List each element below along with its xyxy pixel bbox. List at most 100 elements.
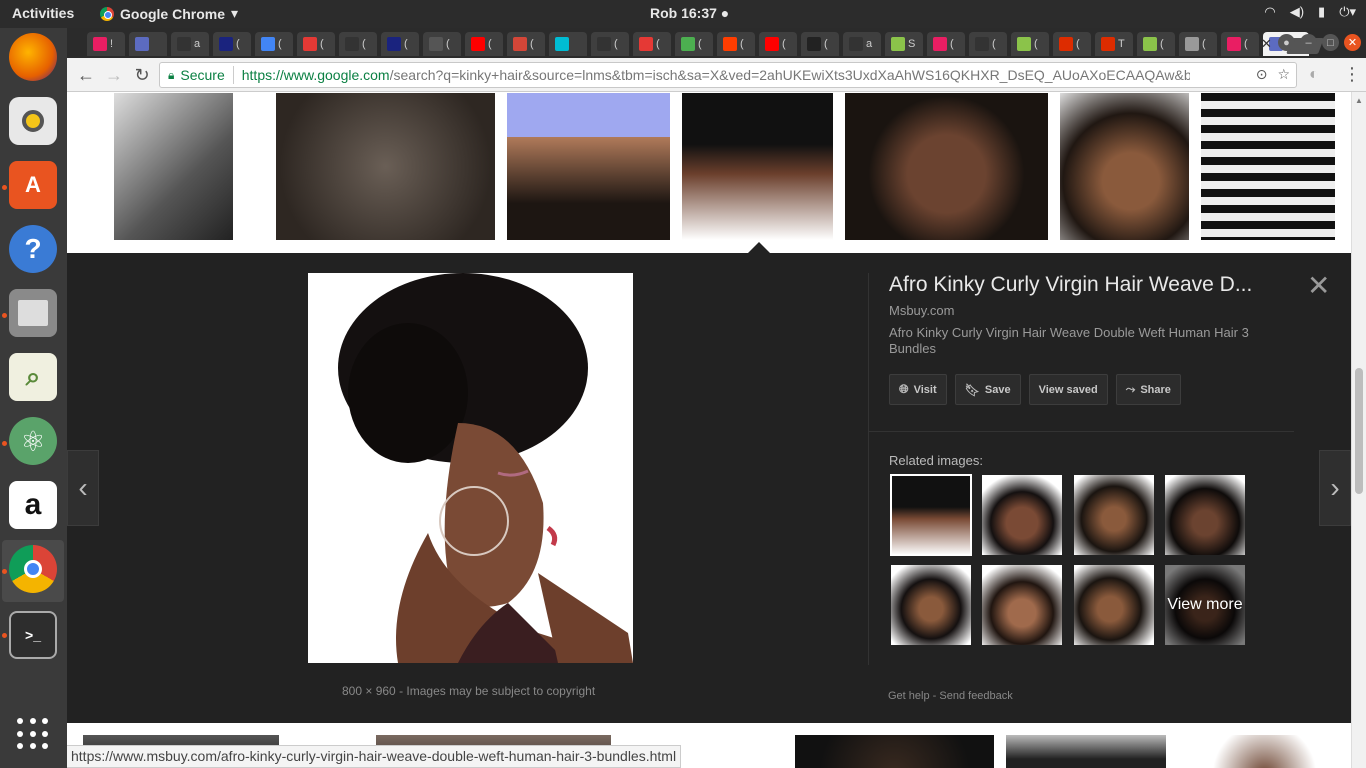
related-image[interactable] [982,475,1062,555]
browser-tab[interactable]: a [843,32,881,56]
related-image[interactable] [890,474,972,556]
browser-tab[interactable]: ( [339,32,377,56]
chrome-icon[interactable] [9,545,57,593]
scroll-up-icon[interactable]: ▲ [1355,96,1363,105]
tab-label: ( [404,38,408,50]
result-thumbnail[interactable] [1202,735,1327,768]
result-thumbnail[interactable] [507,93,670,240]
battery-icon: ▮ [1318,4,1326,19]
reload-button[interactable]: ↻ [131,64,153,86]
browser-tab[interactable]: ( [1179,32,1217,56]
rhythmbox-icon[interactable] [9,97,57,145]
browser-tab[interactable]: ( [255,32,293,56]
files-icon[interactable] [9,289,57,337]
browser-tab[interactable]: ( [927,32,965,56]
browser-tab[interactable]: ( [591,32,629,56]
related-image[interactable] [1165,475,1245,555]
browser-tab[interactable]: T [1095,32,1133,56]
tab-favicon-icon [303,37,317,51]
result-thumbnail-selected[interactable] [682,93,833,240]
browser-tab[interactable]: ( [423,32,461,56]
back-button[interactable]: ← [75,64,97,86]
tab-label: ( [740,38,744,50]
related-image[interactable] [1074,475,1154,555]
tab-favicon-icon [891,37,905,51]
maximize-button[interactable]: □ [1322,34,1339,51]
result-thumbnail[interactable] [1060,93,1189,240]
address-bar[interactable]: 🔒︎ Secure https://www.google.com/search?… [159,62,1297,88]
browser-tab[interactable] [549,32,587,56]
browser-tab[interactable]: ! [87,32,125,56]
image-title[interactable]: Afro Kinky Curly Virgin Hair Weave D... [889,273,1279,297]
result-thumbnail[interactable] [845,93,1048,240]
browser-tab[interactable]: ( [1011,32,1049,56]
close-icon[interactable]: ✕ [1261,36,1272,52]
browser-tab[interactable]: ( [717,32,755,56]
image-description[interactable]: Afro Kinky Curly Virgin Hair Weave Doubl… [889,325,1279,357]
visit-button[interactable]: 🌐︎ Visit [889,374,947,405]
browser-tab[interactable]: ( [1137,32,1175,56]
get-help-link[interactable]: Get help [888,690,930,702]
result-thumbnail[interactable] [114,93,233,240]
result-thumbnail[interactable] [1201,93,1335,240]
next-image-button[interactable]: › [1319,450,1351,526]
tab-label: S [908,38,916,50]
browser-tab[interactable]: ( [633,32,671,56]
chrome-menu-button[interactable]: ⋮ [1343,64,1361,85]
terminal-icon[interactable]: >_ [9,611,57,659]
browser-tab[interactable] [129,32,167,56]
amazon-icon[interactable]: a [9,481,57,529]
browser-tab[interactable]: ( [675,32,713,56]
system-tray[interactable]: ◠ ◀) ▮ ⏻▾ [1264,4,1356,20]
view-saved-button[interactable]: View saved [1028,374,1108,405]
show-applications-button[interactable] [17,718,49,750]
caption-separator: - [399,684,404,698]
previous-image-button[interactable]: ‹ [67,450,99,526]
browser-tab[interactable]: ( [381,32,419,56]
view-more-tile[interactable]: View more [1165,565,1245,645]
browser-tab[interactable]: ( [759,32,797,56]
app-menu[interactable]: Google Chrome ▾ [100,5,238,22]
browser-tab[interactable]: a [171,32,209,56]
firefox-icon[interactable] [9,33,57,81]
window-close-button[interactable]: ✕ [1344,34,1361,51]
forward-button[interactable]: → [103,64,125,86]
scrollbar-thumb[interactable] [1355,368,1363,494]
atom-icon[interactable]: ⚛ [9,417,57,465]
preview-image[interactable] [308,273,633,663]
help-icon[interactable]: ? [9,225,57,273]
browser-tab[interactable]: ( [1053,32,1091,56]
footer-separator: - [932,690,937,702]
minimize-button[interactable]: – [1300,34,1317,51]
tab-label: ( [950,38,954,50]
related-image[interactable] [891,565,971,645]
close-preview-button[interactable]: ✕ [1307,272,1330,300]
browser-tab[interactable]: S [885,32,923,56]
clock[interactable]: Rob 16:37 ● [650,5,729,21]
result-thumbnail[interactable] [795,735,994,768]
browser-tab[interactable]: ( [465,32,503,56]
software-center-icon[interactable]: A [9,161,57,209]
browser-tab[interactable]: ( [801,32,839,56]
send-feedback-link[interactable]: Send feedback [939,690,1012,702]
browser-tab[interactable]: ( [969,32,1007,56]
page-scrollbar[interactable]: ▲ [1351,92,1366,768]
browser-tab[interactable]: ( [507,32,545,56]
share-button[interactable]: ⤳ Share [1115,374,1181,405]
browser-tab[interactable]: ( [297,32,335,56]
running-indicator [2,569,7,574]
save-button[interactable]: 🔖︎ Save [954,374,1021,405]
related-image[interactable] [982,565,1062,645]
result-thumbnail[interactable] [276,93,495,240]
result-thumbnail[interactable] [1006,735,1166,768]
activities-button[interactable]: Activities [12,5,74,21]
source-site[interactable]: Msbuy.com [889,303,1294,318]
extension-icon[interactable]: ◐ [1309,66,1319,84]
browser-tab[interactable]: ( [213,32,251,56]
location-icon[interactable]: ⊙ [1256,66,1268,83]
bookmark-star-icon[interactable]: ☆ [1277,66,1290,83]
related-image[interactable] [1074,565,1154,645]
image-viewer-icon[interactable]: ⌕ [9,353,57,401]
browser-tab[interactable]: ( [1221,32,1259,56]
profile-icon[interactable]: ● [1278,34,1295,51]
